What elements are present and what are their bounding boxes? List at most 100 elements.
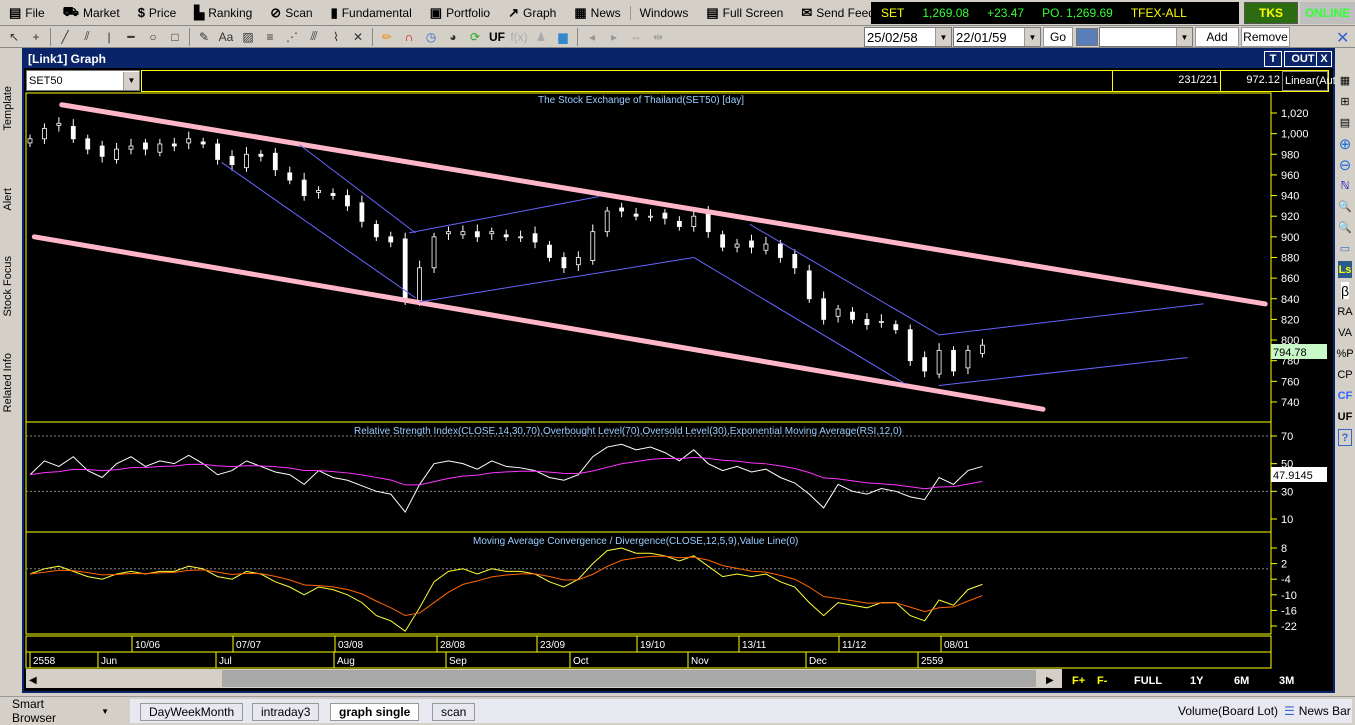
note-icon[interactable]: ✎ xyxy=(194,28,214,46)
smart-browser-button[interactable]: Smart Browser ▼ xyxy=(4,697,109,725)
ls-icon[interactable]: Ls xyxy=(1337,261,1353,278)
help-icon[interactable]: ? xyxy=(1337,429,1353,446)
range-button-3m[interactable]: 3M xyxy=(1279,675,1294,687)
menu-market[interactable]: ⛟ Market xyxy=(54,4,129,22)
scroll-right-icon[interactable]: ▸ xyxy=(604,28,624,46)
from-date-select[interactable]: 25/02/58 ▼ xyxy=(864,27,952,47)
tab-related-info[interactable]: Related Info xyxy=(2,353,14,412)
trendline[interactable] xyxy=(938,303,1204,336)
menu-price[interactable]: $ Price xyxy=(129,5,186,20)
rectangle-icon[interactable]: □ xyxy=(165,28,185,46)
text-icon[interactable]: Aa xyxy=(216,28,236,46)
remove-button[interactable]: Remove xyxy=(1241,27,1290,47)
vertical-line-icon[interactable]: | xyxy=(99,28,119,46)
scroll-left-arrow-icon[interactable]: ◀ xyxy=(29,675,37,686)
clock-icon[interactable]: ◷ xyxy=(421,28,441,46)
folder-icon[interactable] xyxy=(1076,28,1098,46)
template-select[interactable]: ▼ xyxy=(1099,27,1193,47)
menu-ranking[interactable]: ▙ Ranking xyxy=(185,5,261,21)
chevron-down-icon[interactable]: ▼ xyxy=(1176,28,1192,46)
go-button[interactable]: Go xyxy=(1043,27,1073,47)
add-button[interactable]: Add xyxy=(1195,27,1239,47)
menu-graph[interactable]: ↗ Graph xyxy=(499,5,565,21)
news-bar-button[interactable]: ☰ News Bar xyxy=(1284,704,1351,718)
range-button-f+[interactable]: F+ xyxy=(1072,675,1085,687)
pointer-icon[interactable]: ↖ xyxy=(4,28,24,46)
uf-button[interactable]: UF xyxy=(487,28,507,46)
indicator-menu-icon[interactable]: ℕ xyxy=(1341,177,1350,194)
chevron-down-icon[interactable]: ▼ xyxy=(1024,28,1040,46)
chart-icon[interactable]: ▆ xyxy=(553,28,573,46)
menu-news[interactable]: ▦ News xyxy=(565,5,629,21)
pitchfork-icon[interactable]: ⫻ xyxy=(304,28,324,46)
menu-portfolio[interactable]: ▣ Portfolio xyxy=(421,5,499,21)
line-style-icon[interactable]: ▨ xyxy=(238,28,258,46)
uf-side-button[interactable]: UF xyxy=(1338,408,1353,425)
tab-daywEEKmonth[interactable]: DayWeekMonth xyxy=(140,703,244,721)
tab-scan[interactable]: scan xyxy=(432,703,476,721)
magnify-minus-icon[interactable]: 🔍 xyxy=(1338,219,1352,236)
tab-graph-single[interactable]: graph single xyxy=(330,703,420,721)
symbol-select[interactable]: SET50 ▼ xyxy=(26,70,140,91)
cp-button[interactable]: CP xyxy=(1337,366,1352,383)
refresh-icon[interactable]: ⟳ xyxy=(465,28,485,46)
properties-icon[interactable]: ▤ xyxy=(1340,114,1350,131)
broker-badge[interactable]: TKS xyxy=(1244,2,1298,24)
tab-template[interactable]: Template xyxy=(2,86,14,131)
zoom-out-circle-icon[interactable]: ⊖ xyxy=(1339,156,1352,174)
ra-button[interactable]: RA xyxy=(1337,303,1352,320)
trendline[interactable] xyxy=(938,357,1188,386)
menu-fundamental[interactable]: ▮ Fundamental xyxy=(322,5,421,21)
range-button-6m[interactable]: 6M xyxy=(1234,675,1249,687)
t-button[interactable]: T xyxy=(1264,51,1282,67)
trendline[interactable] xyxy=(693,256,905,384)
cf-button[interactable]: CF xyxy=(1338,387,1353,404)
magnet-icon[interactable]: ∩ xyxy=(399,28,419,46)
circle-icon[interactable]: ○ xyxy=(143,28,163,46)
menu-file[interactable]: ▤ File xyxy=(0,5,54,21)
range-button-f-[interactable]: F- xyxy=(1097,675,1108,687)
line-width-icon[interactable]: ≡ xyxy=(260,28,280,46)
scroll-right-arrow-icon[interactable]: ▶ xyxy=(1046,675,1054,686)
trendline[interactable] xyxy=(749,223,940,336)
to-date-select[interactable]: 22/01/59 ▼ xyxy=(953,27,1041,47)
chevron-down-icon[interactable]: ▼ xyxy=(123,71,139,90)
zoom-in-circle-icon[interactable]: ⊕ xyxy=(1339,135,1352,153)
function-icon[interactable]: f(x) xyxy=(509,28,529,46)
tab-alert[interactable]: Alert xyxy=(2,188,14,211)
shrink-icon[interactable]: ⇹ xyxy=(648,28,668,46)
palette-icon[interactable]: ◕ xyxy=(443,28,463,46)
window-close-button[interactable]: X xyxy=(1316,51,1332,67)
menu-full-screen[interactable]: ▤ Full Screen xyxy=(697,5,792,21)
person-icon[interactable]: ♟ xyxy=(531,28,551,46)
pencil-icon[interactable]: ✏ xyxy=(377,28,397,46)
delete-icon[interactable]: ✕ xyxy=(348,28,368,46)
va-button[interactable]: VA xyxy=(1338,324,1352,341)
scale-mode-button[interactable]: Linear(Auto) xyxy=(1282,71,1346,91)
scroll-left-icon[interactable]: ◂ xyxy=(582,28,602,46)
parallel-line-icon[interactable]: ⫽ xyxy=(77,28,97,46)
trendline[interactable] xyxy=(221,162,416,299)
add-chart-icon[interactable]: ⊞ xyxy=(1340,93,1349,110)
tab-intraday3[interactable]: intraday3 xyxy=(252,703,320,721)
expand-icon[interactable]: ⇔ xyxy=(626,28,646,46)
percent-p-button[interactable]: %P xyxy=(1336,345,1353,362)
range-button-1y[interactable]: 1Y xyxy=(1190,675,1204,687)
chart-area[interactable]: The Stock Exchange of Thailand(SET50) [d… xyxy=(24,91,1334,691)
beta-icon[interactable]: β xyxy=(1340,282,1350,299)
magnify-plus-icon[interactable]: 🔍 xyxy=(1338,198,1352,215)
trendline[interactable] xyxy=(419,256,695,303)
line-icon[interactable]: ╱ xyxy=(55,28,75,46)
volume-label[interactable]: Volume(Board Lot) xyxy=(1178,704,1278,718)
range-button-full[interactable]: FULL xyxy=(1134,675,1162,687)
menu-scan[interactable]: ⊘ Scan xyxy=(261,5,321,21)
crosshair-icon[interactable]: + xyxy=(26,28,46,46)
fan-icon[interactable]: ⋰ xyxy=(282,28,302,46)
tab-stock-focus[interactable]: Stock Focus xyxy=(2,256,14,317)
trendline[interactable] xyxy=(31,234,1046,412)
close-icon[interactable]: ✕ xyxy=(1336,28,1349,48)
window-icon[interactable]: ▭ xyxy=(1340,240,1350,257)
menu-windows[interactable]: Windows xyxy=(629,5,698,20)
calendar-icon[interactable]: ▦ xyxy=(1340,72,1350,89)
scrollbar-thumb[interactable] xyxy=(222,670,1036,687)
